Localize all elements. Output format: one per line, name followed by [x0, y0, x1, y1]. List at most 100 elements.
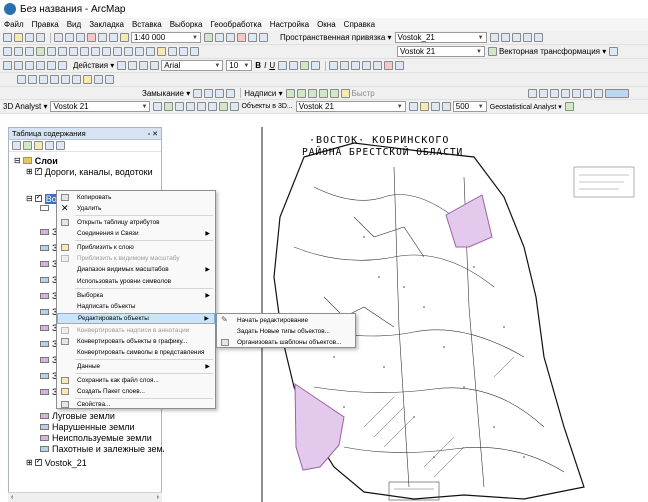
- menu-item-edit-features[interactable]: Редактировать объекты ▶: [57, 313, 215, 324]
- cut-icon[interactable]: [54, 33, 63, 42]
- label-manager-icon[interactable]: [285, 88, 295, 98]
- group-icon[interactable]: [58, 61, 67, 70]
- list-by-source-icon[interactable]: [23, 141, 32, 150]
- geostat-wizard-icon[interactable]: [564, 102, 574, 111]
- menu-item-joins-relates[interactable]: Соединения и Связи ▶: [57, 228, 215, 239]
- menu-item-properties[interactable]: Свойства...: [57, 399, 215, 410]
- menu-item-organize-templates[interactable]: Организовать шаблоны объектов...: [217, 337, 355, 348]
- scroll-left-icon[interactable]: ‹: [11, 494, 13, 501]
- paste-icon[interactable]: [76, 33, 85, 42]
- menu-selection[interactable]: Выборка: [170, 20, 203, 29]
- labels-toolbar-label[interactable]: Надписи ▾: [244, 89, 282, 98]
- open-icon[interactable]: [14, 33, 23, 42]
- marker-color-icon[interactable]: [311, 61, 321, 70]
- menu-item-data[interactable]: Данные ▶: [57, 361, 215, 372]
- tracking-play-icon[interactable]: [538, 88, 548, 98]
- list-by-visibility-icon[interactable]: [34, 141, 43, 150]
- print-icon[interactable]: [36, 33, 45, 42]
- back-icon[interactable]: [69, 47, 78, 56]
- create-viewer-icon[interactable]: [190, 47, 199, 56]
- arrange-icon[interactable]: [47, 61, 56, 70]
- toc-close-button[interactable]: ▫ ✕: [148, 130, 158, 138]
- menu-item-save-layer-file[interactable]: Сохранить как файл слоя...: [57, 375, 215, 386]
- lock-labels-icon[interactable]: [318, 88, 328, 98]
- menu-item-new-feature-types[interactable]: Задать Новые типы объектов...: [217, 326, 355, 337]
- actions-label[interactable]: Действия ▾: [73, 61, 114, 70]
- full-extent-icon[interactable]: [36, 47, 45, 56]
- dimension-icon[interactable]: [3, 61, 12, 70]
- menu-view[interactable]: Вид: [67, 20, 81, 29]
- menu-item-convert-to-graphics[interactable]: Конвертировать объекты в графику...: [57, 336, 215, 347]
- menu-item-create-layer-package[interactable]: Создать Пакет слоев...: [57, 386, 215, 397]
- clear-selection-icon[interactable]: [102, 47, 111, 56]
- menu-insert[interactable]: Вставка: [132, 20, 162, 29]
- 3d-objects-label[interactable]: Объекты в 3D...: [241, 103, 292, 110]
- zoom-box-icon[interactable]: [193, 88, 203, 98]
- 3d-analyst-label[interactable]: 3D Analyst ▾: [3, 102, 47, 111]
- 3d-extrude-icon[interactable]: [441, 102, 451, 111]
- tracking-slider[interactable]: [604, 88, 629, 98]
- arcscene-icon[interactable]: [208, 102, 218, 111]
- toc-class-disturbed[interactable]: Нарушенные земли: [40, 421, 135, 432]
- toc-root-layers[interactable]: ⊟ Слои: [14, 155, 58, 166]
- menu-item-symbol-levels[interactable]: Использовать уровни символов: [57, 276, 215, 287]
- redo-icon[interactable]: [109, 33, 118, 42]
- tracking-settings-icon[interactable]: [582, 88, 592, 98]
- menu-windows[interactable]: Окна: [317, 20, 336, 29]
- delete-icon[interactable]: [87, 33, 96, 42]
- toc-options-icon[interactable]: [56, 141, 65, 150]
- text-tool-icon[interactable]: [139, 61, 149, 70]
- arcglobe-icon[interactable]: [230, 102, 240, 111]
- toc-class-arable[interactable]: Пахотные и залежные земли: [40, 443, 173, 454]
- interpolate-line-icon[interactable]: [197, 102, 207, 111]
- identify-icon[interactable]: [124, 47, 133, 56]
- zoom-scale-icon[interactable]: [215, 88, 225, 98]
- table-icon[interactable]: [522, 33, 532, 42]
- edit-vertices-icon[interactable]: [150, 61, 160, 70]
- arctoolbox-icon[interactable]: [248, 33, 257, 42]
- menu-help[interactable]: Справка: [344, 20, 375, 29]
- visibility-checkbox[interactable]: [34, 457, 42, 466]
- network-icon[interactable]: [351, 61, 361, 70]
- list-by-selection-icon[interactable]: [45, 141, 54, 150]
- tracking-icon[interactable]: [527, 88, 537, 98]
- bold-button[interactable]: B: [255, 61, 261, 70]
- visibility-checkbox[interactable]: [34, 193, 42, 202]
- line-color-icon[interactable]: [300, 61, 310, 70]
- new-icon[interactable]: [3, 33, 12, 42]
- scroll-right-icon[interactable]: ›: [157, 494, 159, 501]
- menu-item-visible-scale-range[interactable]: Диапазон видимых масштабов ▶: [57, 264, 215, 275]
- tracking-export-icon[interactable]: [571, 88, 581, 98]
- search-window-icon[interactable]: [237, 33, 246, 42]
- globe-icon[interactable]: [219, 102, 229, 111]
- layout-toggle-icon[interactable]: [94, 75, 103, 84]
- view-unplaced-icon[interactable]: [340, 88, 350, 98]
- undo-icon[interactable]: [98, 33, 107, 42]
- scale-combo[interactable]: 1:40 000 ▼: [131, 32, 201, 43]
- topology-icon[interactable]: [329, 61, 339, 70]
- underline-button[interactable]: U: [269, 61, 275, 70]
- steepest-path-icon[interactable]: [164, 102, 174, 111]
- menu-item-zoom-to-layer[interactable]: Приблизить к слою: [57, 242, 215, 253]
- contour-icon[interactable]: [153, 102, 163, 111]
- snapping-label[interactable]: Пространственная привязка ▾: [280, 33, 392, 42]
- georef-tool-icon[interactable]: [489, 33, 499, 42]
- pin-icon[interactable]: [83, 75, 92, 84]
- pause-labels-icon[interactable]: [329, 88, 339, 98]
- menu-bookmarks[interactable]: Закладка: [89, 20, 124, 29]
- label-priority-icon[interactable]: [296, 88, 306, 98]
- rotate-icon[interactable]: [511, 33, 521, 42]
- menu-item-attribute-table[interactable]: Открыть таблицу атрибутов: [57, 217, 215, 228]
- visibility-checkbox[interactable]: [34, 166, 42, 175]
- topology-edit-icon[interactable]: [340, 61, 350, 70]
- analysis-icon[interactable]: [395, 61, 405, 70]
- select-elements-icon[interactable]: [113, 47, 122, 56]
- menu-item-selection[interactable]: Выборка ▶: [57, 290, 215, 301]
- toc-layer-rivers[interactable]: ⊞Дороги, каналы, водотоки: [26, 166, 153, 177]
- edge-icon[interactable]: [14, 61, 23, 70]
- quick-label[interactable]: Быстр: [352, 89, 375, 98]
- catalog-icon[interactable]: [226, 33, 235, 42]
- menu-item-label-features[interactable]: Надписать объекты: [57, 301, 215, 312]
- zoom-lock-icon[interactable]: [226, 88, 236, 98]
- python-icon[interactable]: [259, 33, 268, 42]
